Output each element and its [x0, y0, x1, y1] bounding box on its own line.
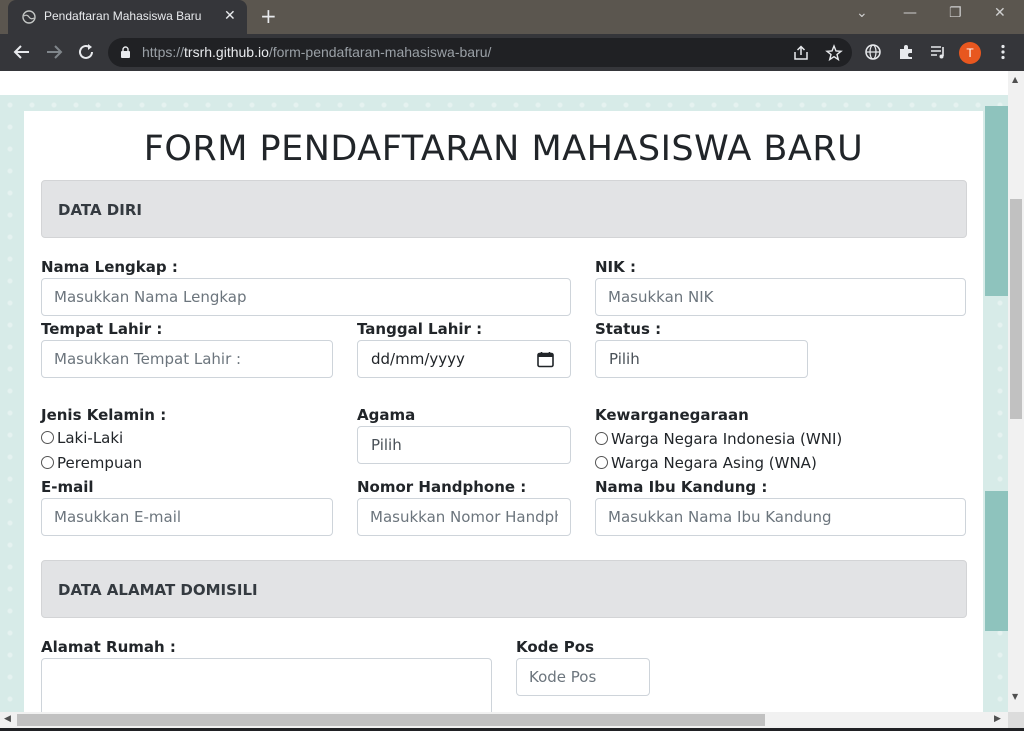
tab-title: Pendaftaran Mahasiswa Baru	[44, 9, 202, 23]
kebab-menu-icon[interactable]	[994, 43, 1012, 61]
page-viewport: FORM PENDAFTARAN MAHASISWA BARU DATA DIR…	[0, 71, 1008, 712]
arrow-left-icon[interactable]	[11, 41, 33, 63]
browser-toolbar: https://trsrh.github.io/form-pendaftaran…	[0, 34, 1024, 71]
restore-icon[interactable]: ❐	[949, 5, 962, 21]
star-icon[interactable]	[825, 44, 843, 62]
profile-avatar[interactable]: T	[959, 42, 981, 64]
nik-input[interactable]	[595, 278, 966, 316]
scroll-down-arrow-icon[interactable]: ▼	[1012, 692, 1018, 701]
citizenship-option-wna[interactable]: Warga Negara Asing (WNA)	[595, 454, 817, 472]
background-decoration	[985, 106, 1008, 296]
registration-form: FORM PENDAFTARAN MAHASISWA BARU DATA DIR…	[24, 111, 983, 712]
browser-tab[interactable]: Pendaftaran Mahasiswa Baru ✕	[8, 0, 247, 34]
lock-icon	[121, 46, 130, 58]
radio-button[interactable]	[595, 432, 608, 445]
citizenship-option-wni[interactable]: Warga Negara Indonesia (WNI)	[595, 430, 842, 448]
radio-label: Laki-Laki	[57, 429, 124, 447]
scrollbar-thumb[interactable]	[17, 714, 765, 726]
globe-extension-icon[interactable]	[864, 43, 882, 61]
horizontal-scrollbar[interactable]: ◀ ▶	[0, 712, 1008, 728]
scroll-up-arrow-icon[interactable]: ▲	[1012, 75, 1018, 84]
address-label: Alamat Rumah :	[41, 638, 176, 656]
full-name-input[interactable]	[41, 278, 571, 316]
title-bar: Pendaftaran Mahasiswa Baru ✕ + ⌄ — ❐ ✕	[0, 0, 1024, 34]
radio-button[interactable]	[41, 456, 54, 469]
gender-label: Jenis Kelamin :	[41, 406, 167, 424]
phone-label: Nomor Handphone :	[357, 478, 527, 496]
calendar-icon[interactable]	[537, 351, 554, 368]
radio-label: Perempuan	[57, 454, 143, 472]
postal-code-input[interactable]	[516, 658, 650, 696]
birthdate-value: dd/mm/yyyy	[371, 350, 465, 368]
puzzle-icon[interactable]	[897, 43, 915, 61]
close-icon[interactable]: ✕	[224, 8, 236, 24]
page-top-strip	[0, 71, 1008, 95]
birthdate-input[interactable]: dd/mm/yyyy	[357, 340, 571, 378]
section-header-address: DATA ALAMAT DOMISILI	[41, 560, 967, 618]
mother-name-label: Nama Ibu Kandung :	[595, 478, 768, 496]
nik-label: NIK :	[595, 258, 636, 276]
birthplace-input[interactable]	[41, 340, 333, 378]
plus-icon[interactable]: +	[260, 4, 277, 28]
chevron-down-icon[interactable]: ⌄	[856, 5, 868, 21]
globe-icon	[22, 10, 36, 24]
share-icon[interactable]	[792, 44, 810, 62]
section-title: DATA DIRI	[58, 201, 142, 219]
reload-icon[interactable]	[75, 41, 97, 63]
radio-button[interactable]	[41, 431, 54, 444]
minimize-icon[interactable]: —	[903, 5, 917, 21]
scrollbar-thumb[interactable]	[1010, 199, 1022, 419]
address-textarea[interactable]	[41, 658, 492, 712]
religion-select[interactable]: Pilih	[357, 426, 571, 464]
url-text: https://trsrh.github.io/form-pendaftaran…	[142, 44, 492, 60]
address-bar[interactable]: https://trsrh.github.io/form-pendaftaran…	[108, 38, 852, 67]
status-value: Pilih	[609, 350, 640, 368]
mother-name-input[interactable]	[595, 498, 966, 536]
email-input[interactable]	[41, 498, 333, 536]
page-title: FORM PENDAFTARAN MAHASISWA BARU	[143, 129, 864, 169]
status-label: Status :	[595, 320, 662, 338]
vertical-scrollbar[interactable]: ▲ ▼	[1008, 71, 1024, 712]
window-close-icon[interactable]: ✕	[994, 5, 1006, 21]
scrollbar-corner	[1008, 712, 1024, 728]
gender-option-female[interactable]: Perempuan	[41, 454, 142, 472]
radio-button[interactable]	[595, 456, 608, 469]
section-header-personal: DATA DIRI	[41, 180, 967, 238]
status-select[interactable]: Pilih	[595, 340, 808, 378]
background-decoration	[985, 491, 1008, 631]
section-title: DATA ALAMAT DOMISILI	[58, 581, 258, 599]
email-label: E-mail	[41, 478, 94, 496]
religion-value: Pilih	[371, 436, 402, 454]
birthdate-label: Tanggal Lahir :	[357, 320, 483, 338]
gender-option-male[interactable]: Laki-Laki	[41, 429, 123, 447]
media-queue-icon[interactable]	[929, 43, 947, 61]
radio-label: Warga Negara Indonesia (WNI)	[611, 430, 843, 448]
religion-label: Agama	[357, 406, 416, 424]
scroll-right-arrow-icon[interactable]: ▶	[994, 714, 1001, 724]
full-name-label: Nama Lengkap :	[41, 258, 178, 276]
scroll-left-arrow-icon[interactable]: ◀	[4, 714, 11, 724]
radio-label: Warga Negara Asing (WNA)	[611, 454, 817, 472]
birthplace-label: Tempat Lahir :	[41, 320, 163, 338]
arrow-right-icon[interactable]	[43, 41, 65, 63]
postal-code-label: Kode Pos	[516, 638, 595, 656]
phone-input[interactable]	[357, 498, 571, 536]
citizenship-label: Kewarganegaraan	[595, 406, 749, 424]
